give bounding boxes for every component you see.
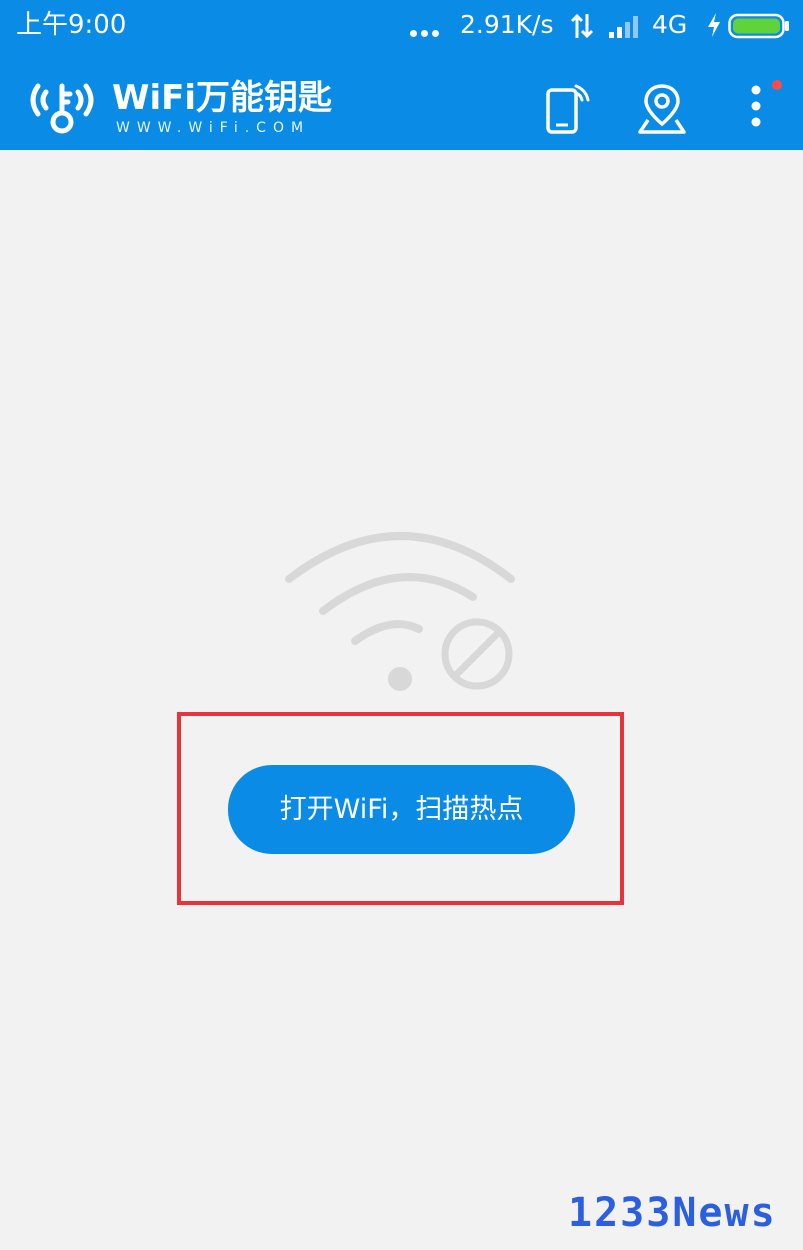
location-button[interactable] (634, 80, 690, 136)
wifi-disabled-icon (285, 532, 515, 691)
open-wifi-scan-button[interactable]: 打开WiFi，扫描热点 (228, 765, 575, 854)
location-pin-icon (638, 84, 686, 134)
app-title: WiFi万能钥匙 (112, 78, 333, 118)
network-type: 4G (652, 10, 688, 39)
app-subtitle: WWW.WiFi.COM (116, 120, 311, 136)
screen: 上午9:00 2.91K/s 4G WiFi万能钥匙 WWW.WiFi.COM … (0, 0, 803, 1250)
status-time: 上午9:00 (16, 10, 127, 40)
battery-icon (728, 13, 789, 39)
phone-wifi-icon (546, 84, 590, 134)
more-dots-icon (410, 30, 440, 38)
phone-wifi-button[interactable] (538, 80, 594, 136)
network-speed: 2.91K/s (460, 10, 554, 39)
charging-icon (708, 13, 720, 37)
app-bar: WiFi万能钥匙 WWW.WiFi.COM (0, 52, 803, 150)
wifi-key-logo-icon (30, 83, 94, 134)
data-arrows-icon (570, 13, 594, 39)
watermark-logo: 1233News (568, 1190, 777, 1236)
status-bar: 上午9:00 2.91K/s 4G (0, 0, 803, 52)
signal-icon (609, 16, 638, 38)
notification-dot (772, 80, 782, 90)
